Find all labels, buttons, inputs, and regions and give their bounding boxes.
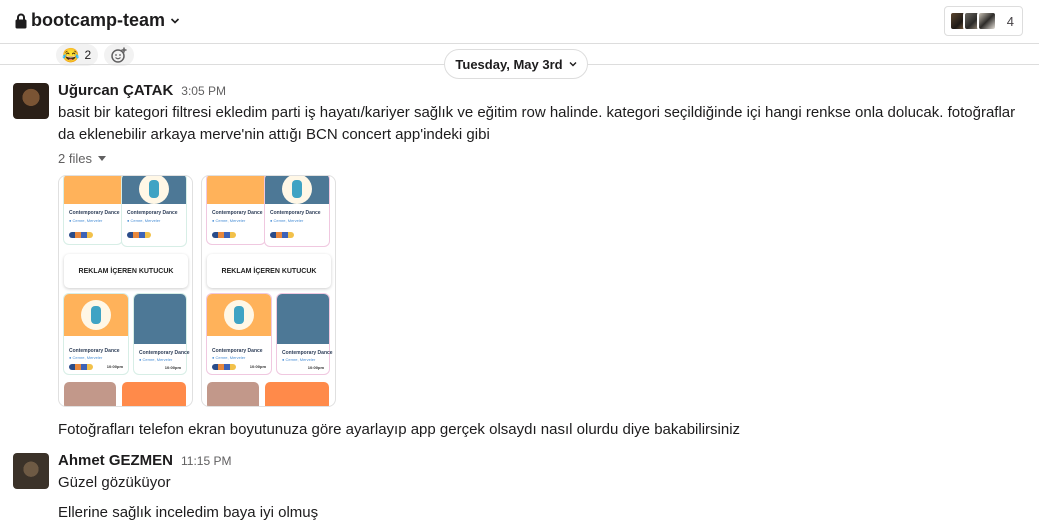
event-card: Contemporary Dance ● Cemre, Merveler 10:… [207, 294, 271, 374]
card-subtitle: ● Cemre, Merveler [69, 218, 103, 223]
lock-icon [15, 13, 27, 28]
files-count-label: 2 files [58, 151, 92, 166]
reactions-row: 😂 2 [56, 44, 135, 66]
card-subtitle: ● Cemre, Merveler [270, 218, 304, 223]
reaction-pill[interactable]: 😂 2 [56, 44, 99, 66]
ad-banner: REKLAM İÇEREN KUTUCUK [64, 254, 188, 288]
card-title: Contemporary Dance [69, 210, 120, 216]
channel-header: bootcamp-team 4 [0, 0, 1039, 44]
card-image [122, 382, 186, 406]
card-image [207, 176, 265, 204]
add-reaction-button[interactable] [104, 44, 135, 66]
card-time: 10:00pm [106, 364, 123, 369]
author-name[interactable]: Ahmet GEZMEN [58, 452, 173, 469]
member-count: 4 [1006, 13, 1014, 29]
card-attendees [69, 364, 93, 370]
card-image [277, 294, 329, 344]
message-header: Uğurcan ÇATAK 3:05 PM [58, 82, 226, 99]
card-subtitle: ● Cemre, Merveler [282, 357, 316, 362]
card-title: Contemporary Dance [139, 350, 190, 356]
event-card: Contemporary Dance ● Cemre, Merveler 10:… [134, 294, 190, 374]
dancer-illustration [282, 176, 312, 204]
channel-name: bootcamp-team [31, 10, 166, 30]
caret-down-icon [97, 156, 106, 161]
members-button[interactable]: 4 [943, 6, 1023, 36]
message-text: basit bir kategori filtresi ekledim part… [58, 102, 1015, 146]
card-image [207, 382, 259, 406]
card-title: Contemporary Dance [282, 350, 333, 356]
message-timestamp[interactable]: 3:05 PM [181, 84, 226, 98]
event-card: Contemporary Dance ● Cemre, Merveler 10:… [64, 294, 128, 374]
channel-name-button[interactable]: bootcamp-team [14, 10, 180, 31]
message-timestamp[interactable]: 11:15 PM [181, 454, 231, 468]
message-text: Ellerine sağlık inceledim baya iyi olmuş [58, 504, 319, 521]
card-attendees [212, 364, 236, 370]
reaction-count: 2 [84, 48, 92, 62]
card-subtitle: ● Cemre, Merveler [69, 355, 103, 360]
files-toggle[interactable]: 2 files [58, 151, 106, 166]
add-emoji-icon [111, 47, 127, 63]
chevron-down-icon [569, 62, 577, 67]
laughing-emoji-icon: 😂 [62, 46, 80, 63]
card-attendees [270, 232, 294, 238]
dancer-illustration [81, 300, 111, 330]
card-title: Contemporary Dance [127, 210, 178, 216]
card-attendees [69, 232, 93, 238]
card-title: Contemporary Dance [69, 348, 120, 354]
card-title: Contemporary Dance [270, 210, 321, 216]
chevron-down-icon [170, 17, 180, 24]
dancer-illustration [224, 300, 254, 330]
card-subtitle: ● Cemre, Merveler [212, 355, 246, 360]
card-title: Contemporary Dance [212, 210, 263, 216]
card-time: 10:00pm [249, 364, 266, 369]
file-thumbnail[interactable]: Contemporary Dance ● Cemre, Merveler Con… [58, 175, 193, 407]
member-avatar [976, 11, 997, 31]
message-text: Fotoğrafları telefon ekran boyutunuza gö… [58, 421, 741, 438]
card-attendees [127, 232, 151, 238]
card-subtitle: ● Cemre, Merveler [212, 218, 246, 223]
dancer-illustration [139, 176, 169, 204]
file-thumbnail[interactable]: Contemporary Dance ● Cemre, Merveler Con… [201, 175, 336, 407]
card-attendees [212, 232, 236, 238]
card-time: 10:00pm [307, 365, 324, 370]
card-image [64, 382, 116, 406]
event-card: Contemporary Dance ● Cemre, Merveler [207, 176, 265, 244]
card-time: 10:00pm [164, 365, 181, 370]
card-image [64, 176, 122, 204]
card-image [134, 294, 186, 344]
event-card: Contemporary Dance ● Cemre, Merveler [265, 176, 329, 246]
date-divider-button[interactable]: Tuesday, May 3rd [444, 49, 588, 79]
card-subtitle: ● Cemre, Merveler [127, 218, 161, 223]
card-subtitle: ● Cemre, Merveler [139, 357, 173, 362]
avatar[interactable] [13, 83, 49, 119]
event-card: Contemporary Dance ● Cemre, Merveler [64, 176, 122, 244]
event-card: Contemporary Dance ● Cemre, Merveler [122, 176, 186, 246]
card-title: Contemporary Dance [212, 348, 263, 354]
message-text: Güzel gözüküyor [58, 474, 171, 491]
message-text-line: basit bir kategori filtresi ekledim part… [58, 104, 1016, 121]
message-text-line: da eklenebilir arkaya merve'nin attığı B… [58, 126, 490, 143]
card-image [265, 382, 329, 406]
event-card: Contemporary Dance ● Cemre, Merveler 10:… [277, 294, 333, 374]
message-header: Ahmet GEZMEN 11:15 PM [58, 452, 232, 469]
ad-banner: REKLAM İÇEREN KUTUCUK [207, 254, 331, 288]
date-label: Tuesday, May 3rd [455, 56, 563, 72]
avatar[interactable] [13, 453, 49, 489]
author-name[interactable]: Uğurcan ÇATAK [58, 82, 173, 99]
